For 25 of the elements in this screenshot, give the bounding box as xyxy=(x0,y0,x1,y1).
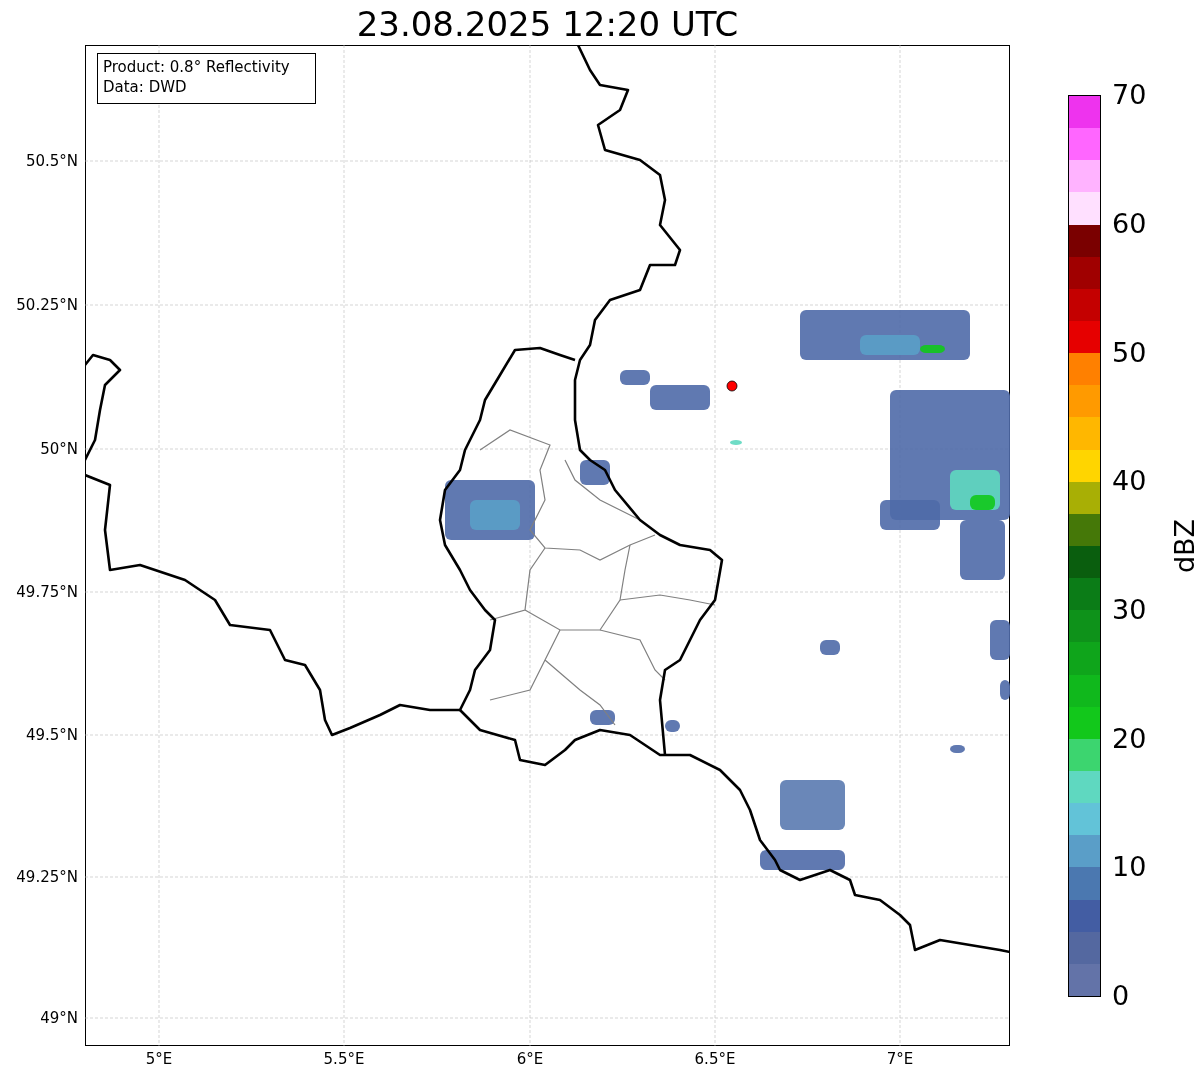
longitude-label: 6°E xyxy=(516,1050,544,1068)
latitude-label: 49.25°N xyxy=(16,868,78,886)
longitude-label: 6.5°E xyxy=(694,1050,736,1068)
latitude-label: 50.5°N xyxy=(25,152,78,170)
latitude-label: 49.5°N xyxy=(25,726,78,744)
colorbar-tick-label: 0 xyxy=(1112,980,1130,1012)
colorbar-label: dBZ xyxy=(1169,518,1202,574)
longitude-label: 5.5°E xyxy=(323,1050,365,1068)
legend-text: Product: 0.8° Reflectivity xyxy=(103,57,290,77)
colorbar-tick-label: 40 xyxy=(1112,465,1147,497)
colorbar-tick-label: 30 xyxy=(1112,594,1147,626)
longitude-label: 7°E xyxy=(886,1050,914,1068)
latitude-label: 49.75°N xyxy=(16,583,78,601)
chart-title: 23.08.2025 12:20 UTC xyxy=(355,3,740,46)
colorbar-tick-label: 10 xyxy=(1112,851,1147,883)
legend-text: Data: DWD xyxy=(103,77,188,97)
colorbar-tick-label: 60 xyxy=(1112,208,1147,240)
colorbar-tick-label: 50 xyxy=(1112,337,1147,369)
longitude-label: 5°E xyxy=(145,1050,173,1068)
latitude-label: 50°N xyxy=(40,440,78,458)
colorbar-tick-label: 20 xyxy=(1112,723,1147,755)
latitude-label: 49°N xyxy=(40,1009,78,1027)
latitude-label: 50.25°N xyxy=(16,296,78,314)
colorbar-tick-label: 70 xyxy=(1112,79,1147,111)
location-marker xyxy=(726,380,738,392)
